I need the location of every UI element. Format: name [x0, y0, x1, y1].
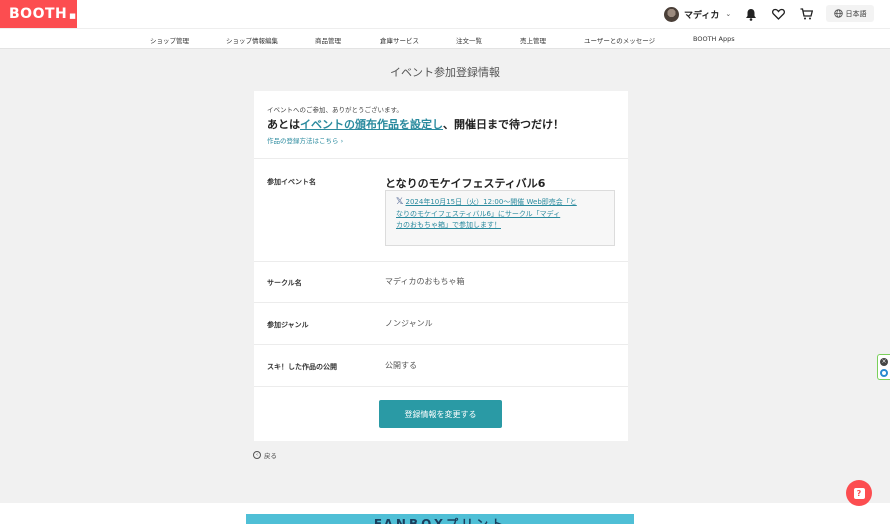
divider [254, 344, 628, 345]
heart-icon[interactable] [771, 7, 785, 21]
logo-text: BOOTH [9, 6, 68, 22]
bell-icon[interactable] [744, 7, 758, 21]
question-icon: ? [853, 487, 865, 499]
tweet-share-box[interactable]: 𝕏 2024年10月15日（火）12:00〜開催 Web即売会「と なりのモケイ… [385, 190, 615, 246]
genre-value: ノンジャンル [385, 319, 433, 328]
headline: あとはイベントの頒布作品を設定し、開催日まで待つだけ！ [267, 116, 564, 132]
back-link[interactable]: ‹ 戻る [253, 450, 277, 460]
arrow-left-icon: ‹ [253, 451, 261, 459]
logo-bag-icon: ■ [69, 12, 77, 20]
suki-value: 公開する [385, 361, 417, 370]
divider [254, 261, 628, 262]
nav-item-booth-apps[interactable]: BOOTH Apps [693, 35, 735, 43]
side-widget[interactable]: × [877, 354, 890, 380]
event-name: となりのモケイフェスティバル6 [385, 177, 546, 190]
page-title: イベント参加登録情報 [390, 66, 500, 79]
headline-pre: あとは [267, 118, 300, 131]
booth-logo[interactable]: BOOTH ■ [0, 0, 77, 28]
close-icon[interactable]: × [880, 358, 888, 366]
divider [254, 158, 628, 159]
cart-icon[interactable] [799, 7, 813, 21]
event-registration-card: イベントへのご参加、ありがとうございます。 あとはイベントの頒布作品を設定し、開… [254, 91, 628, 441]
help-button[interactable]: ? [846, 480, 872, 506]
nav-item-warehouse[interactable]: 倉庫サービス [380, 35, 419, 45]
manage-nav: ショップ管理 ショップ情報編集 商品管理 倉庫サービス 注文一覧 売上管理 ユー… [0, 28, 890, 49]
tweet-text-line2[interactable]: なりのモケイフェスティバル6」にサークル「マディ [396, 210, 560, 218]
nav-item-messages[interactable]: ユーザーとのメッセージ [584, 35, 655, 45]
divider [254, 386, 628, 387]
thanks-text: イベントへのご参加、ありがとうございます。 [267, 106, 403, 114]
circle-label: サークル名 [267, 279, 302, 287]
howto-link[interactable]: 作品の登録方法はこちら › [267, 135, 343, 145]
chevron-down-icon: ⌄ [725, 10, 732, 18]
language-label: 日本語 [845, 9, 867, 18]
nav-item-sales[interactable]: 売上管理 [520, 35, 546, 45]
avatar [664, 6, 679, 22]
back-label: 戻る [264, 452, 277, 460]
globe-icon [833, 9, 843, 18]
genre-label: 参加ジャンル [267, 321, 309, 329]
nav-item-shop-manage[interactable]: ショップ管理 [150, 35, 189, 45]
circle-icon[interactable] [880, 369, 888, 377]
set-items-link[interactable]: イベントの頒布作品を設定し [300, 118, 443, 131]
tweet-text-line3[interactable]: カのおもちゃ箱」で参加します！ [396, 221, 501, 229]
headline-post: 、開催日まで待つだけ！ [443, 118, 564, 131]
edit-registration-button[interactable]: 登録情報を変更する [379, 400, 502, 428]
user-menu[interactable]: マディカ ⌄ [664, 6, 731, 22]
event-label: 参加イベント名 [267, 178, 316, 186]
circle-value: マディカのおもちゃ箱 [385, 277, 465, 286]
tweet-text-line1[interactable]: 2024年10月15日（火）12:00〜開催 Web即売会「と [406, 198, 577, 206]
nav-item-shop-info[interactable]: ショップ情報編集 [226, 35, 278, 45]
top-header: BOOTH ■ マディカ ⌄ 日本語 [0, 0, 890, 28]
x-logo-icon: 𝕏 [396, 197, 404, 207]
fanbox-print-banner[interactable]: FANBOXプリント [246, 514, 634, 524]
nav-item-products[interactable]: 商品管理 [315, 35, 341, 45]
divider [254, 302, 628, 303]
suki-label: スキ！した作品の公開 [267, 363, 337, 371]
nav-item-orders[interactable]: 注文一覧 [456, 35, 482, 45]
language-selector[interactable]: 日本語 [826, 5, 874, 22]
user-name: マディカ [684, 10, 720, 21]
